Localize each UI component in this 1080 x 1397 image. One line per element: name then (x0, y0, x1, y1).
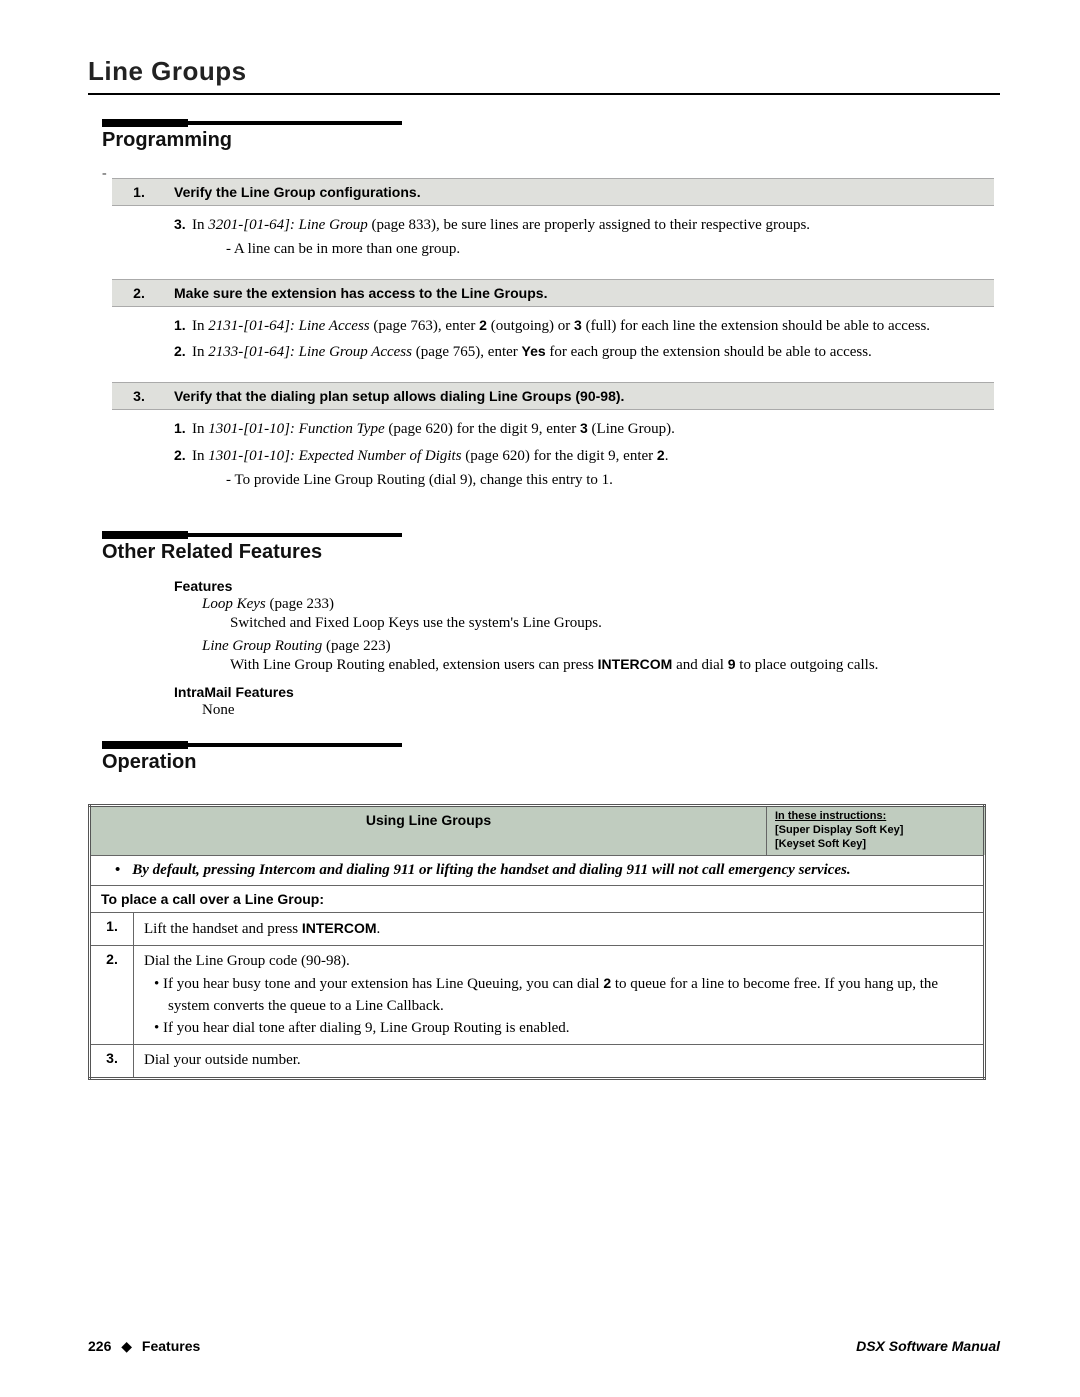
prog-step-num: 2. (112, 279, 166, 306)
op-step-body: Dial the Line Group code (90-98). • If y… (134, 946, 985, 1045)
prog-step-heading: Verify that the dialing plan setup allow… (166, 383, 994, 410)
operation-table: Using Line Groups In these instructions:… (88, 804, 986, 1080)
op-step-body: Dial your outside number. (134, 1045, 985, 1079)
prog-step-heading: Verify the Line Group configurations. (166, 179, 994, 206)
section-programming: Programming (102, 121, 1000, 152)
features-label: Features (174, 578, 1000, 594)
feature-item-body: Switched and Fixed Loop Keys use the sys… (230, 613, 1000, 634)
op-step-num: 3. (90, 1045, 134, 1079)
op-header-note: In these instructions: [Super Display So… (767, 806, 985, 855)
manual-name: DSX Software Manual (856, 1338, 1000, 1355)
diamond-icon: ◆ (121, 1338, 132, 1354)
op-step-body: Lift the handset and press INTERCOM. (134, 912, 985, 946)
other-heading: Other Related Features (102, 541, 1000, 564)
op-step-num: 1. (90, 912, 134, 946)
page-number: 226 (88, 1338, 111, 1354)
prog-step-num: 1. (112, 179, 166, 206)
intramail-value: None (202, 702, 1000, 719)
page-footer: 226 ◆ Features DSX Software Manual (88, 1338, 1000, 1355)
feature-item-title: Line Group Routing (page 223) (202, 638, 1000, 655)
op-step-num: 2. (90, 946, 134, 1045)
op-header-title: Using Line Groups (90, 806, 767, 855)
title-rule (88, 93, 1000, 95)
section-operation: Operation (102, 743, 1000, 774)
features-block: Features Loop Keys (page 233) Switched a… (174, 578, 1000, 719)
prog-step-num: 3. (112, 383, 166, 410)
prog-step-body: 3.In 3201-[01-64]: Line Group (page 833)… (166, 206, 994, 280)
programming-table: 1. Verify the Line Group configurations.… (112, 178, 994, 509)
operation-heading: Operation (102, 751, 1000, 774)
page-title: Line Groups (88, 56, 1000, 87)
op-sub-heading: To place a call over a Line Group: (90, 885, 985, 912)
prog-step-body: 1.In 1301-[01-10]: Function Type (page 6… (166, 410, 994, 510)
section-other: Other Related Features (102, 533, 1000, 564)
prog-step-body: 1.In 2131-[01-64]: Line Access (page 763… (166, 306, 994, 383)
feature-item-body: With Line Group Routing enabled, extensi… (230, 655, 1000, 676)
footer-section: Features (142, 1338, 200, 1354)
prog-step-heading: Make sure the extension has access to th… (166, 279, 994, 306)
op-warning: By default, pressing Intercom and dialin… (90, 855, 985, 885)
feature-item-title: Loop Keys (page 233) (202, 596, 1000, 613)
programming-heading: Programming (102, 129, 1000, 152)
intramail-label: IntraMail Features (174, 684, 1000, 700)
